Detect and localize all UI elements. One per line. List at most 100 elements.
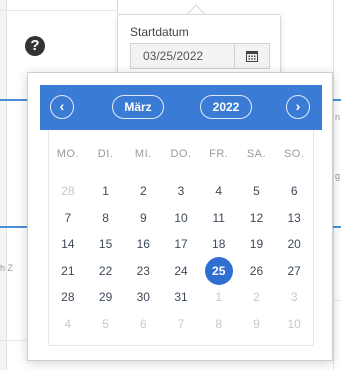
accent-line — [333, 99, 341, 101]
day-cell[interactable]: 7 — [49, 205, 87, 232]
datepicker-popup: ‹ März 2022 › MO. DI. MI. DO. FR. SA. SO. 28 1 2… — [27, 72, 333, 361]
day-cell[interactable]: 12 — [238, 205, 276, 232]
day-number: 6 — [139, 316, 147, 331]
accent-line — [0, 226, 27, 228]
day-cell[interactable]: 4 — [200, 178, 238, 205]
accent-line — [0, 99, 27, 101]
day-number: 26 — [249, 263, 264, 278]
day-number: 10 — [287, 316, 301, 331]
day-cell[interactable]: 31 — [162, 284, 200, 311]
week-row: 28 29 30 31 1 2 3 — [49, 284, 313, 311]
day-cell[interactable]: 9 — [124, 205, 162, 232]
day-cell[interactable]: 19 — [238, 231, 276, 258]
next-month-button[interactable]: › — [286, 95, 310, 119]
start-date-field[interactable]: 03/25/2022 — [130, 43, 270, 69]
day-number: 25 — [204, 256, 233, 285]
day-cell[interactable]: 23 — [124, 258, 162, 285]
day-cell[interactable]: 8 — [87, 205, 125, 232]
day-cell[interactable]: 16 — [124, 231, 162, 258]
weekday-label: DI. — [97, 148, 114, 160]
day-number: 30 — [136, 290, 150, 305]
weekday-header-row: MO. DI. MI. DO. FR. SA. SO. — [49, 148, 313, 160]
day-cell[interactable]: 14 — [49, 231, 87, 258]
day-cell[interactable]: 5 — [87, 311, 125, 338]
weekday-label: FR. — [209, 148, 229, 160]
day-number: 21 — [61, 263, 75, 278]
calendar-button[interactable] — [235, 44, 269, 68]
day-number: 5 — [102, 316, 109, 331]
day-cell[interactable]: 8 — [200, 311, 238, 338]
day-number: 3 — [177, 184, 185, 199]
day-cell[interactable]: 20 — [275, 231, 313, 258]
day-cell[interactable]: 1 — [87, 178, 125, 205]
day-cell[interactable]: 13 — [275, 205, 313, 232]
day-number: 23 — [136, 263, 150, 278]
day-cell[interactable]: 29 — [87, 284, 125, 311]
day-cell[interactable]: 11 — [200, 205, 238, 232]
day-cell[interactable]: 21 — [49, 258, 87, 285]
weekday-label: MI. — [134, 148, 152, 160]
day-cell[interactable]: 9 — [238, 311, 276, 338]
year-select[interactable]: 2022 — [200, 95, 252, 119]
day-cell[interactable]: 7 — [162, 311, 200, 338]
day-number: 4 — [64, 316, 72, 331]
day-cell[interactable]: 5 — [238, 178, 276, 205]
day-cell[interactable]: 2 — [238, 284, 276, 311]
day-number: 20 — [287, 237, 301, 252]
start-date-input[interactable]: 03/25/2022 — [131, 44, 235, 68]
datepicker-grid: MO. DI. MI. DO. FR. SA. SO. 28 1 2 3 4 5 6 7 8 9 10 11 12 1… — [48, 130, 314, 346]
day-cell[interactable]: 3 — [275, 284, 313, 311]
day-number: 13 — [287, 210, 301, 225]
weekday-label: SA. — [246, 148, 267, 160]
day-cell[interactable]: 4 — [49, 311, 87, 338]
prev-month-button[interactable]: ‹ — [50, 95, 74, 119]
day-number: 31 — [174, 290, 188, 305]
week-row: 14 15 16 17 18 19 20 — [49, 231, 313, 258]
divider — [0, 10, 117, 11]
day-cell[interactable]: 6 — [124, 311, 162, 338]
day-cell[interactable]: 18 — [200, 231, 238, 258]
day-cell[interactable]: 28 — [49, 178, 87, 205]
day-number: 9 — [139, 210, 147, 225]
day-cell[interactable]: 22 — [87, 258, 125, 285]
day-number: 18 — [212, 237, 226, 252]
start-date-label: Startdatum — [130, 25, 189, 39]
week-row: 7 8 9 10 11 12 13 — [49, 205, 313, 232]
week-row: 4 5 6 7 8 9 10 — [49, 311, 313, 338]
day-number: 15 — [98, 237, 113, 252]
day-cell[interactable]: 17 — [162, 231, 200, 258]
day-number: 29 — [98, 290, 113, 305]
day-cell[interactable]: 2 — [124, 178, 162, 205]
help-icon[interactable]: ? — [25, 36, 45, 56]
day-cell[interactable]: 1 — [200, 284, 238, 311]
day-number: 16 — [136, 237, 150, 252]
day-number: 1 — [102, 184, 109, 199]
day-cell[interactable]: 26 — [238, 258, 276, 285]
accent-line — [333, 226, 341, 228]
day-number: 7 — [177, 316, 185, 331]
background-text: n — [335, 112, 341, 122]
background-text: g — [335, 171, 341, 181]
weekday-label: MO. — [56, 148, 79, 160]
day-cell[interactable]: 30 — [124, 284, 162, 311]
day-cell[interactable]: 15 — [87, 231, 125, 258]
day-number: 2 — [253, 290, 260, 305]
day-number: 8 — [215, 316, 223, 331]
day-cell[interactable]: 6 — [275, 178, 313, 205]
day-cell[interactable]: 24 — [162, 258, 200, 285]
month-select[interactable]: März — [112, 95, 164, 119]
weekday-label: SO. — [283, 148, 305, 160]
day-cell[interactable]: 10 — [162, 205, 200, 232]
day-cell[interactable]: 3 — [162, 178, 200, 205]
day-cell[interactable]: 10 — [275, 311, 313, 338]
day-number: 2 — [139, 184, 147, 199]
day-number: 17 — [174, 237, 188, 252]
week-row: 21 22 23 24 25 26 27 — [49, 256, 313, 285]
day-number: 9 — [253, 316, 260, 331]
day-cell[interactable]: 28 — [49, 284, 87, 311]
divider — [333, 300, 341, 301]
day-cell-selected[interactable]: 25 — [200, 256, 238, 285]
divider — [333, 0, 334, 370]
day-number: 6 — [290, 184, 298, 199]
day-cell[interactable]: 27 — [275, 258, 313, 285]
